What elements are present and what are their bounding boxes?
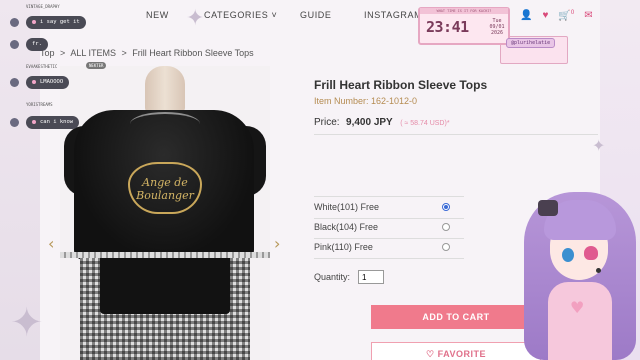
- microphone-icon: [596, 268, 601, 273]
- chat-username: YORISTREAMS: [26, 102, 53, 107]
- chevron-right-icon[interactable]: ›: [274, 234, 280, 253]
- clock-year: 2026: [490, 30, 504, 36]
- breadcrumb-separator: >: [60, 48, 66, 58]
- cart-count-badge: 0: [570, 10, 575, 16]
- clock-time: 23:41: [426, 18, 469, 36]
- clock-widget: WHAT TIME IS IT FOR KACHI? 23:41 Tue 09/…: [418, 7, 510, 45]
- corset-waist: [100, 254, 230, 314]
- chat-message: i say get it: [26, 16, 86, 29]
- chat-avatar: [10, 78, 19, 87]
- chat-username: EVAAKESTHETIC: [26, 64, 58, 69]
- favorite-button[interactable]: ♡ FAVORITE: [371, 342, 541, 360]
- breadcrumb-separator: >: [121, 48, 127, 58]
- price-value: 9,400 JPY: [346, 117, 393, 128]
- nav-guide[interactable]: GUIDE: [300, 10, 332, 20]
- bow-icon: [538, 200, 558, 216]
- variant-label: Pink(110) Free: [314, 242, 373, 252]
- variant-label: Black(104) Free: [314, 222, 379, 232]
- price-row: Price: 9,400 JPY ( ≈ 58.74 USD)*: [314, 112, 450, 130]
- chat-avatar: [10, 40, 19, 49]
- sparkle-decoration: ✦: [10, 300, 44, 346]
- chat-message: can i know: [26, 116, 80, 129]
- vtuber-avatar: ♥: [520, 170, 640, 360]
- chat-avatar: [10, 18, 19, 27]
- avatar-left-eye: [562, 248, 574, 262]
- variant-option[interactable]: Black(104) Free: [314, 218, 464, 238]
- quantity-input[interactable]: [358, 270, 384, 284]
- price-usd: ( ≈ 58.74 USD)*: [400, 120, 450, 127]
- variant-label: White(101) Free: [314, 202, 380, 212]
- heart-icon[interactable]: ♥: [542, 10, 548, 21]
- nav-new[interactable]: NEW: [146, 10, 169, 20]
- clock-header: WHAT TIME IS IT FOR KACHI?: [420, 8, 508, 14]
- divider: [314, 196, 464, 197]
- avatar-body: [548, 282, 612, 360]
- nav-categories-label: CATEGORIES: [204, 10, 269, 20]
- add-to-cart-button[interactable]: ADD TO CART: [371, 305, 541, 329]
- quantity-label: Quantity:: [314, 272, 351, 282]
- divider: [314, 134, 598, 135]
- chat-username: VINTAGE_DRAPHY: [26, 4, 60, 9]
- price-label: Price:: [314, 117, 340, 128]
- sparkle-decoration: ✦: [592, 136, 606, 155]
- breadcrumb-all-items[interactable]: ALL ITEMS: [70, 48, 116, 58]
- nav-categories[interactable]: CATEGORIES ˅: [204, 10, 277, 20]
- variant-option[interactable]: White(101) Free: [314, 198, 464, 218]
- variant-radio[interactable]: [442, 203, 450, 211]
- chat-message-text: fr.: [32, 41, 42, 47]
- nav-instagram[interactable]: INSTAGRAM: [364, 10, 422, 20]
- item-number: Item Number: 162-1012-0: [314, 96, 418, 106]
- chat-message-text: can i know: [40, 119, 74, 125]
- chat-badge: NEKTER: [86, 62, 107, 69]
- chat-message: fr.: [26, 38, 48, 51]
- product-title: Frill Heart Ribbon Sleeve Tops: [314, 78, 488, 92]
- header-icons: 👤 ♥ 🛒0 ✉: [520, 10, 593, 21]
- heart-icon: ♥: [570, 298, 585, 317]
- blouse-collar: [130, 112, 200, 136]
- user-icon[interactable]: 👤: [520, 10, 532, 21]
- breadcrumb: Top > ALL ITEMS > Frill Heart Ribbon Sle…: [40, 48, 257, 58]
- divider: [314, 258, 464, 259]
- chat-message-text: LMAOOOO: [40, 79, 64, 85]
- variant-option[interactable]: Pink(110) Free: [314, 238, 464, 258]
- cart-icon[interactable]: 🛒0: [558, 10, 574, 21]
- product-image[interactable]: Ange de Boulanger: [60, 66, 270, 360]
- lace-trim: [60, 252, 270, 258]
- streamer-tag: @plurihelatie: [506, 38, 556, 48]
- chat-message-text: i say get it: [40, 19, 80, 25]
- variant-radio[interactable]: [442, 243, 450, 251]
- mail-icon[interactable]: ✉: [584, 10, 592, 21]
- chevron-down-icon: ˅: [271, 10, 278, 20]
- chat-message: LMAOOOO: [26, 76, 70, 89]
- chat-avatar: [10, 118, 19, 127]
- main-nav: NEW CATEGORIES ˅ GUIDE INSTAGRAM: [140, 10, 440, 28]
- breadcrumb-current: Frill Heart Ribbon Sleeve Tops: [132, 48, 254, 58]
- chevron-left-icon[interactable]: ‹: [48, 234, 54, 253]
- mannequin-neck: [145, 66, 185, 112]
- avatar-right-eye: [584, 246, 598, 260]
- clock-date: Tue 09/01 2026: [486, 18, 508, 36]
- heart-print-text: Ange de Boulanger: [136, 176, 194, 202]
- variant-radio[interactable]: [442, 223, 450, 231]
